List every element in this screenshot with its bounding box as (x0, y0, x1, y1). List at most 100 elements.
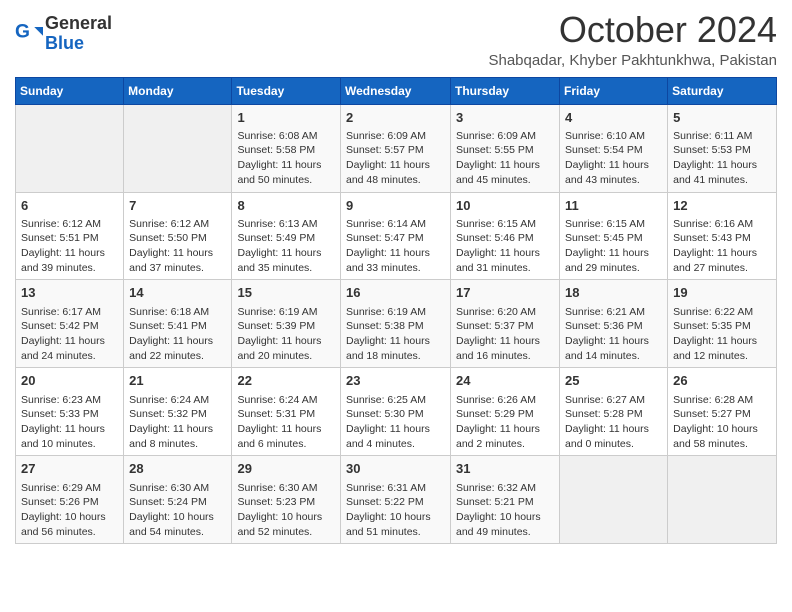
location-title: Shabqadar, Khyber Pakhtunkhwa, Pakistan (488, 52, 777, 69)
calendar-cell: 29 Sunrise: 6:30 AM Sunset: 5:23 PM Dayli… (232, 456, 341, 544)
cell-content: Sunrise: 6:09 AM Sunset: 5:57 PM Dayligh… (346, 129, 445, 188)
calendar-day-header: Saturday (668, 77, 777, 104)
day-number: 30 (346, 460, 445, 478)
calendar-day-header: Monday (124, 77, 232, 104)
day-number: 6 (21, 197, 118, 215)
day-number: 8 (237, 197, 335, 215)
cell-content: Sunrise: 6:12 AM Sunset: 5:51 PM Dayligh… (21, 217, 118, 276)
cell-content: Sunrise: 6:14 AM Sunset: 5:47 PM Dayligh… (346, 217, 445, 276)
day-number: 17 (456, 284, 554, 302)
day-number: 11 (565, 197, 662, 215)
cell-content: Sunrise: 6:24 AM Sunset: 5:32 PM Dayligh… (129, 393, 226, 452)
day-number: 15 (237, 284, 335, 302)
cell-content: Sunrise: 6:23 AM Sunset: 5:33 PM Dayligh… (21, 393, 118, 452)
day-number: 14 (129, 284, 226, 302)
cell-content: Sunrise: 6:25 AM Sunset: 5:30 PM Dayligh… (346, 393, 445, 452)
cell-content: Sunrise: 6:19 AM Sunset: 5:38 PM Dayligh… (346, 305, 445, 364)
calendar-cell: 28Sunrise: 6:30 AM Sunset: 5:24 PM Dayli… (124, 456, 232, 544)
calendar-cell: 16 Sunrise: 6:19 AM Sunset: 5:38 PM Dayli… (341, 280, 451, 368)
day-number: 9 (346, 197, 445, 215)
logo: G General Blue (15, 14, 112, 54)
cell-content: Sunrise: 6:15 AM Sunset: 5:46 PM Dayligh… (456, 217, 554, 276)
cell-content: Sunrise: 6:29 AM Sunset: 5:26 PM Dayligh… (21, 481, 118, 540)
calendar-day-header: Sunday (16, 77, 124, 104)
calendar-cell: 19Sunrise: 6:22 AM Sunset: 5:35 PM Dayli… (668, 280, 777, 368)
calendar-cell (560, 456, 668, 544)
cell-content: Sunrise: 6:27 AM Sunset: 5:28 PM Dayligh… (565, 393, 662, 452)
cell-content: Sunrise: 6:17 AM Sunset: 5:42 PM Dayligh… (21, 305, 118, 364)
cell-content: Sunrise: 6:09 AM Sunset: 5:55 PM Dayligh… (456, 129, 554, 188)
day-number: 26 (673, 372, 771, 390)
calendar-cell: 20 Sunrise: 6:23 AM Sunset: 5:33 PM Dayli… (16, 368, 124, 456)
cell-content: Sunrise: 6:15 AM Sunset: 5:45 PM Dayligh… (565, 217, 662, 276)
calendar-cell: 9 Sunrise: 6:14 AM Sunset: 5:47 PM Daylig… (341, 192, 451, 280)
cell-content: Sunrise: 6:21 AM Sunset: 5:36 PM Dayligh… (565, 305, 662, 364)
calendar-week-row: 20 Sunrise: 6:23 AM Sunset: 5:33 PM Dayli… (16, 368, 777, 456)
cell-content: Sunrise: 6:31 AM Sunset: 5:22 PM Dayligh… (346, 481, 445, 540)
calendar-cell (124, 104, 232, 192)
calendar-cell: 23 Sunrise: 6:25 AM Sunset: 5:30 PM Dayli… (341, 368, 451, 456)
day-number: 22 (237, 372, 335, 390)
cell-content: Sunrise: 6:18 AM Sunset: 5:41 PM Dayligh… (129, 305, 226, 364)
day-number: 21 (129, 372, 226, 390)
day-number: 25 (565, 372, 662, 390)
day-number: 4 (565, 109, 662, 127)
calendar-cell: 1Sunrise: 6:08 AM Sunset: 5:58 PM Daylig… (232, 104, 341, 192)
day-number: 7 (129, 197, 226, 215)
day-number: 23 (346, 372, 445, 390)
cell-content: Sunrise: 6:12 AM Sunset: 5:50 PM Dayligh… (129, 217, 226, 276)
calendar-day-header: Friday (560, 77, 668, 104)
day-number: 29 (237, 460, 335, 478)
cell-content: Sunrise: 6:08 AM Sunset: 5:58 PM Dayligh… (237, 129, 335, 188)
cell-content: Sunrise: 6:19 AM Sunset: 5:39 PM Dayligh… (237, 305, 335, 364)
cell-content: Sunrise: 6:30 AM Sunset: 5:23 PM Dayligh… (237, 481, 335, 540)
calendar-cell: 10 Sunrise: 6:15 AM Sunset: 5:46 PM Dayli… (451, 192, 560, 280)
calendar-day-header: Wednesday (341, 77, 451, 104)
month-title: October 2024 (488, 10, 777, 50)
calendar-week-row: 27 Sunrise: 6:29 AM Sunset: 5:26 PM Dayli… (16, 456, 777, 544)
calendar-week-row: 13 Sunrise: 6:17 AM Sunset: 5:42 PM Dayli… (16, 280, 777, 368)
calendar-header: SundayMondayTuesdayWednesdayThursdayFrid… (16, 77, 777, 104)
day-number: 24 (456, 372, 554, 390)
calendar-cell: 7 Sunrise: 6:12 AM Sunset: 5:50 PM Daylig… (124, 192, 232, 280)
cell-content: Sunrise: 6:22 AM Sunset: 5:35 PM Dayligh… (673, 305, 771, 364)
cell-content: Sunrise: 6:20 AM Sunset: 5:37 PM Dayligh… (456, 305, 554, 364)
calendar-cell (668, 456, 777, 544)
day-number: 5 (673, 109, 771, 127)
calendar-cell: 13 Sunrise: 6:17 AM Sunset: 5:42 PM Dayli… (16, 280, 124, 368)
svg-text:G: G (15, 21, 30, 42)
cell-content: Sunrise: 6:10 AM Sunset: 5:54 PM Dayligh… (565, 129, 662, 188)
calendar-cell: 26 Sunrise: 6:28 AM Sunset: 5:27 PM Dayli… (668, 368, 777, 456)
day-number: 27 (21, 460, 118, 478)
cell-content: Sunrise: 6:13 AM Sunset: 5:49 PM Dayligh… (237, 217, 335, 276)
calendar-cell: 17 Sunrise: 6:20 AM Sunset: 5:37 PM Dayli… (451, 280, 560, 368)
cell-content: Sunrise: 6:26 AM Sunset: 5:29 PM Dayligh… (456, 393, 554, 452)
day-number: 13 (21, 284, 118, 302)
day-number: 20 (21, 372, 118, 390)
calendar-cell: 8 Sunrise: 6:13 AM Sunset: 5:49 PM Daylig… (232, 192, 341, 280)
cell-content: Sunrise: 6:11 AM Sunset: 5:53 PM Dayligh… (673, 129, 771, 188)
calendar-cell: 31Sunrise: 6:32 AM Sunset: 5:21 PM Dayli… (451, 456, 560, 544)
calendar-week-row: 1Sunrise: 6:08 AM Sunset: 5:58 PM Daylig… (16, 104, 777, 192)
cell-content: Sunrise: 6:24 AM Sunset: 5:31 PM Dayligh… (237, 393, 335, 452)
calendar-cell: 11 Sunrise: 6:15 AM Sunset: 5:45 PM Dayli… (560, 192, 668, 280)
cell-content: Sunrise: 6:32 AM Sunset: 5:21 PM Dayligh… (456, 481, 554, 540)
day-number: 18 (565, 284, 662, 302)
calendar-cell: 21 Sunrise: 6:24 AM Sunset: 5:32 PM Dayli… (124, 368, 232, 456)
cell-content: Sunrise: 6:28 AM Sunset: 5:27 PM Dayligh… (673, 393, 771, 452)
calendar-day-header: Tuesday (232, 77, 341, 104)
calendar-cell: 22 Sunrise: 6:24 AM Sunset: 5:31 PM Dayli… (232, 368, 341, 456)
cell-content: Sunrise: 6:16 AM Sunset: 5:43 PM Dayligh… (673, 217, 771, 276)
day-number: 16 (346, 284, 445, 302)
logo-text: General Blue (45, 14, 112, 54)
calendar-cell: 2 Sunrise: 6:09 AM Sunset: 5:57 PM Daylig… (341, 104, 451, 192)
calendar-cell: 18 Sunrise: 6:21 AM Sunset: 5:36 PM Dayli… (560, 280, 668, 368)
day-number: 2 (346, 109, 445, 127)
calendar-header-row: SundayMondayTuesdayWednesdayThursdayFrid… (16, 77, 777, 104)
calendar-cell: 12Sunrise: 6:16 AM Sunset: 5:43 PM Dayli… (668, 192, 777, 280)
cell-content: Sunrise: 6:30 AM Sunset: 5:24 PM Dayligh… (129, 481, 226, 540)
calendar-cell: 15 Sunrise: 6:19 AM Sunset: 5:39 PM Dayli… (232, 280, 341, 368)
day-number: 3 (456, 109, 554, 127)
calendar-body: 1Sunrise: 6:08 AM Sunset: 5:58 PM Daylig… (16, 104, 777, 544)
day-number: 10 (456, 197, 554, 215)
